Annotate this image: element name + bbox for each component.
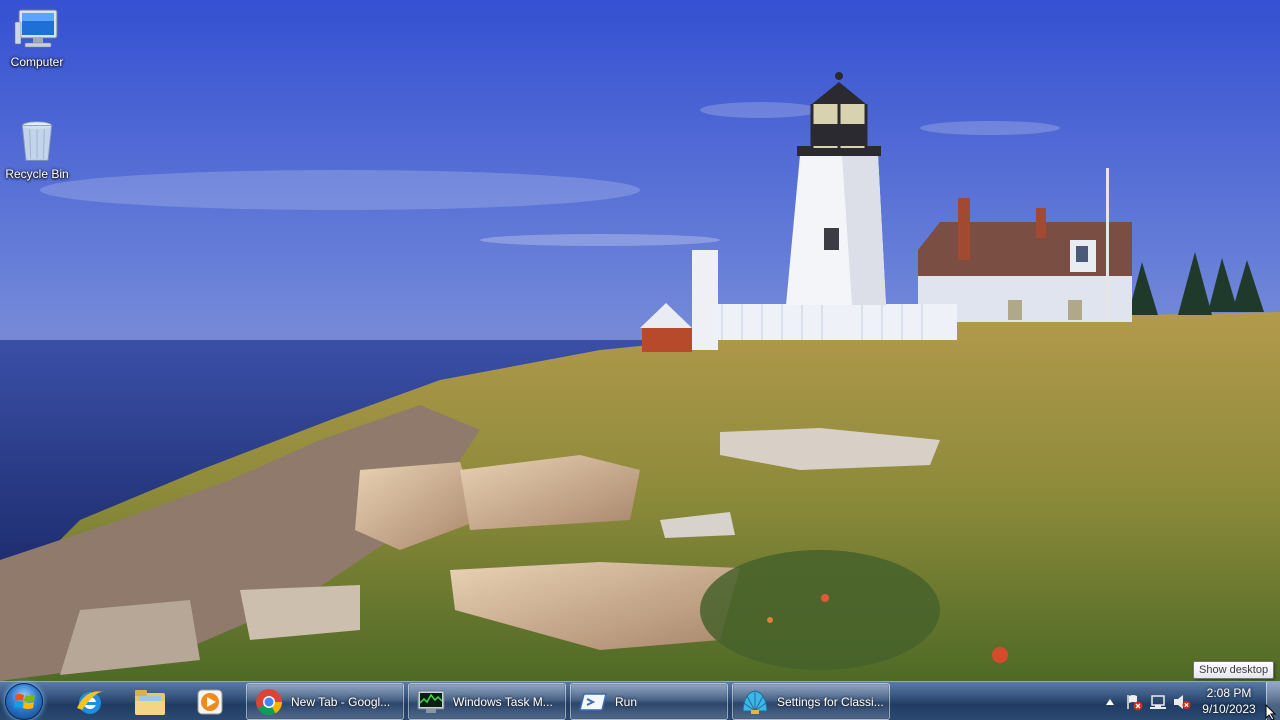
computer-icon [14,9,58,48]
desktop-icon-label: Computer [10,55,64,69]
windows-logo-icon [14,694,35,709]
internet-explorer-icon [77,690,104,714]
system-clock[interactable]: 2:08 PM 9/10/2023 [1194,685,1264,717]
taskbar-task-task-manager[interactable]: Windows Task M... [408,683,566,720]
taskbar-task-chrome[interactable]: New Tab - Googl... [246,683,404,720]
shell-icon [742,689,768,714]
task-label: Settings for Classi... [777,694,884,709]
pinned-windows-media-player[interactable] [182,683,238,720]
task-label: Run [615,694,638,709]
folder-icon [135,689,165,715]
task-label: New Tab - Googl... [291,694,391,709]
task-manager-icon [417,690,445,713]
desktop: Computer Recycle Bin [0,0,1280,681]
media-player-icon [197,689,223,714]
mouse-cursor-icon [1265,704,1277,720]
run-icon [579,692,607,711]
action-center-flag-icon[interactable] [1124,692,1144,712]
notification-area [1098,682,1194,720]
taskbar-task-run[interactable]: Run [570,683,728,720]
pinned-windows-explorer[interactable] [122,683,178,720]
network-icon[interactable] [1148,692,1168,712]
desktop-icon-computer[interactable]: Computer [0,8,74,69]
taskbar: New Tab - Googl... Windows Task M... Run [0,681,1280,720]
taskbar-task-settings[interactable]: Settings for Classi... [732,683,890,720]
lighthouse-wallpaper [0,0,1280,681]
volume-muted-icon[interactable] [1172,692,1192,712]
task-label: Windows Task M... [453,694,553,709]
clock-date: 9/10/2023 [1202,702,1256,716]
desktop-icon-recycle-bin[interactable]: Recycle Bin [0,120,74,181]
clock-time: 2:08 PM [1206,686,1252,700]
pinned-internet-explorer[interactable] [62,683,118,720]
start-button[interactable] [5,683,43,720]
show-hidden-icons-arrow[interactable] [1100,692,1120,712]
show-desktop-tooltip: Show desktop [1193,661,1275,679]
chrome-icon [256,688,283,715]
desktop-icon-label: Recycle Bin [5,167,69,181]
recycle-bin-icon [21,121,53,161]
